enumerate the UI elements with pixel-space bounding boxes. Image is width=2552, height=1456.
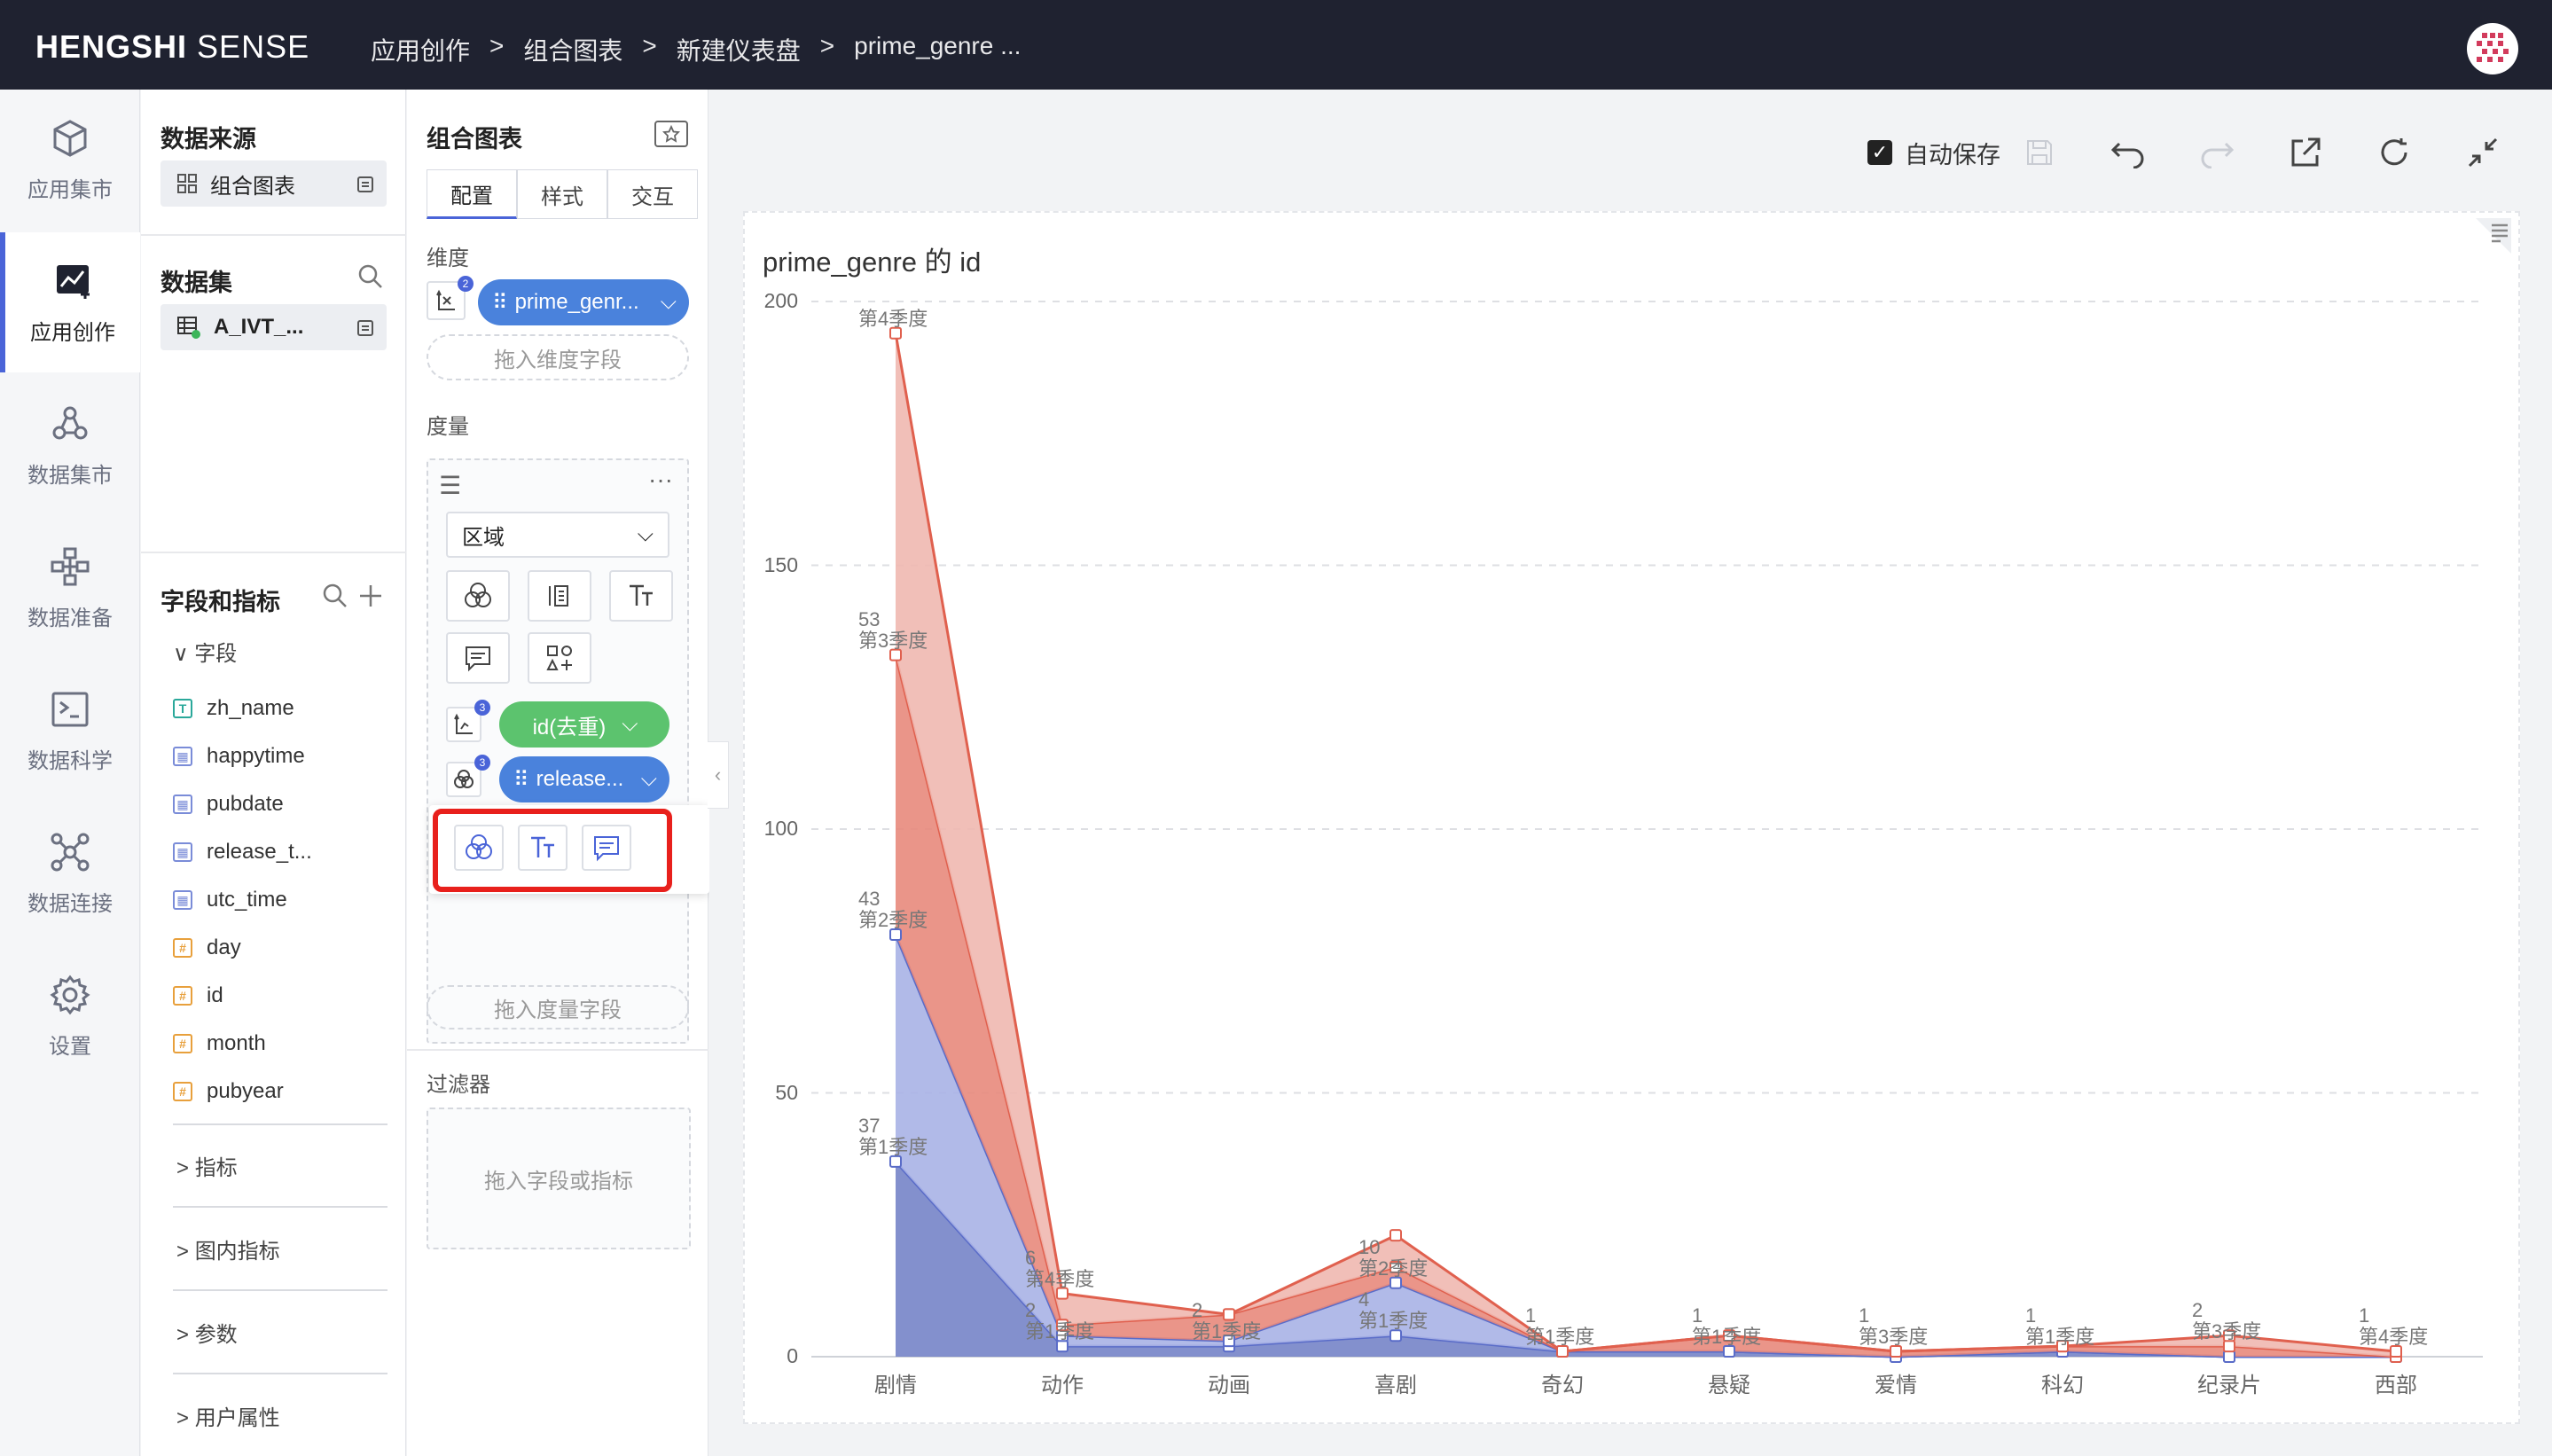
x-tick-label: 剧情 <box>874 1374 917 1397</box>
x-tick-label: 喜剧 <box>1374 1374 1417 1397</box>
data-label: 37 第1季度 <box>858 1115 928 1158</box>
y-tick-label: 100 <box>763 817 798 840</box>
area-series[interactable] <box>896 935 2396 1357</box>
data-label-series: 第3季度 <box>858 629 928 652</box>
area-series[interactable] <box>896 654 2396 1357</box>
data-label: 1 第1季度 <box>1525 1305 1594 1348</box>
data-label-series: 第1季度 <box>1358 1310 1429 1333</box>
data-label: 第4季度 <box>858 307 928 330</box>
data-label-series: 第4季度 <box>858 307 928 330</box>
data-point[interactable] <box>2223 1350 2235 1363</box>
data-label-series: 第4季度 <box>1025 1267 1095 1290</box>
data-label-value: 1 <box>2025 1304 2037 1327</box>
data-label-series: 第2季度 <box>1358 1256 1429 1280</box>
data-label: 10 第2季度 <box>1358 1235 1429 1280</box>
data-label: 53 第3季度 <box>858 607 928 652</box>
series-line <box>894 654 2397 1358</box>
data-label-series: 第4季度 <box>2359 1326 2429 1349</box>
data-label-value: 1 <box>1692 1304 1703 1327</box>
x-tick-label: 动画 <box>1208 1374 1250 1397</box>
data-label-value: 1 <box>2359 1304 2370 1327</box>
data-label-series: 第3季度 <box>2192 1320 2262 1343</box>
data-label: 1 第1季度 <box>1692 1305 1761 1348</box>
x-tick-label: 纪录片 <box>2197 1374 2261 1397</box>
data-label: 2 第3季度 <box>2192 1300 2261 1342</box>
data-label-series: 第1季度 <box>1525 1326 1595 1349</box>
data-label-series: 第1季度 <box>2025 1326 2095 1349</box>
area-chart <box>811 301 2483 1363</box>
data-label: 43 第2季度 <box>858 888 928 931</box>
data-label-series: 第2季度 <box>858 909 928 931</box>
data-label-value: 43 <box>858 888 881 910</box>
data-label-value: 37 <box>858 1114 881 1137</box>
data-label: 1 第1季度 <box>2025 1305 2094 1348</box>
y-tick-label: 200 <box>763 289 798 312</box>
data-label-series: 第1季度 <box>1692 1326 1762 1349</box>
data-label-value: 2 <box>1025 1299 1037 1322</box>
data-label-value: 1 <box>1859 1304 1870 1327</box>
x-tick-label: 悬疑 <box>1708 1374 1750 1397</box>
data-label: 1 第4季度 <box>2359 1305 2428 1348</box>
x-tick-label: 奇幻 <box>1541 1374 1584 1397</box>
data-label-value: 6 <box>1025 1246 1037 1269</box>
y-tick-label: 0 <box>787 1344 798 1367</box>
y-tick-label: 50 <box>775 1080 798 1104</box>
data-label: 2 第1季度 <box>1192 1300 1261 1342</box>
data-label-value: 2 <box>2192 1299 2204 1322</box>
data-label: 4 第1季度 <box>1358 1289 1428 1332</box>
data-label-series: 第1季度 <box>1025 1320 1095 1343</box>
data-label: 2 第1季度 <box>1025 1300 1094 1342</box>
series-line <box>894 333 2397 1353</box>
area-series[interactable] <box>896 333 2396 1358</box>
data-label-value: 53 <box>858 607 881 630</box>
data-label: 1 第3季度 <box>1859 1305 1928 1348</box>
x-tick-label: 动作 <box>1041 1374 1084 1397</box>
x-tick-label: 爱情 <box>1875 1374 1917 1397</box>
series-line <box>894 934 2396 1358</box>
data-label-series: 第1季度 <box>1192 1320 1262 1343</box>
data-label-value: 1 <box>1525 1304 1537 1327</box>
x-tick-label: 西部 <box>2375 1374 2417 1397</box>
data-label-value: 4 <box>1358 1288 1370 1311</box>
data-label-series: 第1季度 <box>858 1135 928 1158</box>
data-label-value: 10 <box>1358 1235 1381 1258</box>
data-label: 6 第4季度 <box>1025 1246 1095 1290</box>
data-label-series: 第3季度 <box>1859 1326 1929 1349</box>
data-label-value: 2 <box>1192 1299 1203 1322</box>
y-tick-label: 150 <box>763 552 798 576</box>
x-tick-label: 科幻 <box>2041 1374 2084 1397</box>
